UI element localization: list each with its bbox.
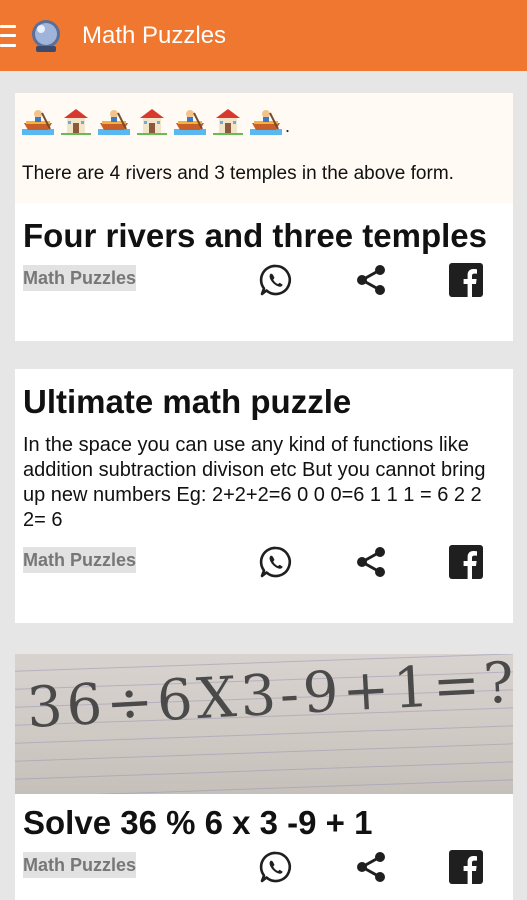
puzzle-card[interactable]: 36÷6X3-9+1=? Solve 36 % 6 x 3 -9 + 1 Mat… <box>15 654 513 900</box>
puzzle-feed[interactable]: . There are 4 rivers and 3 temples in th… <box>0 71 527 900</box>
category-tag[interactable]: Math Puzzles <box>23 852 137 878</box>
emoji-illustration: . There are 4 rivers and 3 temples in th… <box>15 93 513 203</box>
puzzle-card[interactable]: . There are 4 rivers and 3 temples in th… <box>15 93 513 341</box>
boat-icon <box>250 110 282 135</box>
puzzle-photo: 36÷6X3-9+1=? <box>15 654 513 794</box>
card-footer: Math Puzzles <box>15 255 513 305</box>
puzzle-card[interactable]: Ultimate math puzzle In the space you ca… <box>15 369 513 623</box>
app-bar: Math Puzzles <box>0 0 527 71</box>
app-title: Math Puzzles <box>82 21 227 49</box>
card-footer: Math Puzzles <box>15 537 513 587</box>
whatsapp-icon[interactable] <box>257 848 295 886</box>
facebook-icon[interactable] <box>447 543 485 581</box>
boat-icon <box>174 110 206 135</box>
boat-icon <box>22 110 54 135</box>
emoji-row: . <box>22 107 290 135</box>
facebook-icon[interactable] <box>447 848 485 886</box>
boat-icon <box>98 110 130 135</box>
card-title[interactable]: Ultimate math puzzle <box>15 369 513 421</box>
card-title[interactable]: Solve 36 % 6 x 3 -9 + 1 <box>15 804 513 842</box>
card-title[interactable]: Four rivers and three temples <box>15 217 513 255</box>
category-tag[interactable]: Math Puzzles <box>23 265 137 291</box>
whatsapp-icon[interactable] <box>257 543 295 581</box>
category-tag[interactable]: Math Puzzles <box>23 547 137 573</box>
share-icon[interactable] <box>352 543 390 581</box>
share-icon[interactable] <box>352 261 390 299</box>
emoji-period: . <box>285 116 291 136</box>
whatsapp-icon[interactable] <box>257 261 295 299</box>
card-footer: Math Puzzles <box>15 842 513 892</box>
facebook-icon[interactable] <box>447 261 485 299</box>
share-icon[interactable] <box>352 848 390 886</box>
menu-icon[interactable] <box>0 24 18 47</box>
temple-icon <box>137 109 167 135</box>
temple-icon <box>61 109 91 135</box>
emoji-caption: There are 4 rivers and 3 temples in the … <box>22 163 454 184</box>
app-logo-icon <box>32 19 60 52</box>
card-body: In the space you can use any kind of fun… <box>23 434 486 531</box>
temple-icon <box>213 109 243 135</box>
